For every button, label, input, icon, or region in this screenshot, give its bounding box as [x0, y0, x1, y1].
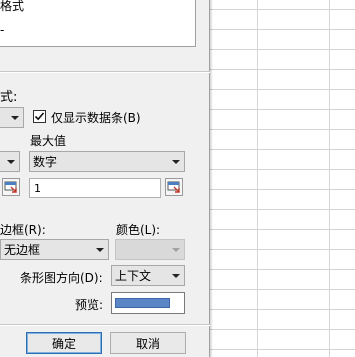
dialog-shadow [210, 0, 213, 357]
chevron-down-icon [168, 240, 184, 259]
direction-label: 条形图方向(D): [20, 271, 103, 285]
edit-formatting-rule-dialog: 格式 - 式: 仅显示数据条(B) 最大值 数字 1 边框(R): 颜色(L):… [0, 0, 210, 357]
min-type-select[interactable] [0, 107, 24, 128]
max-value-input[interactable]: 1 [29, 178, 161, 198]
show-bar-only-label[interactable]: 仅显示数据条(B) [51, 109, 141, 126]
rule-type-list[interactable]: 格式 - [0, 0, 196, 47]
show-bar-only-checkbox[interactable] [33, 110, 46, 123]
border-label: 边框(R): [0, 223, 46, 237]
max-type-select[interactable]: 数字 [29, 151, 185, 172]
cancel-button[interactable]: 取消 [110, 332, 186, 354]
chevron-down-icon [92, 240, 108, 259]
chevron-down-icon [168, 266, 184, 285]
spreadsheet-grid[interactable] [210, 0, 355, 357]
section-divider [0, 71, 210, 73]
chevron-down-icon [7, 108, 23, 127]
chevron-down-icon [168, 152, 184, 171]
max-range-picker-button[interactable] [165, 178, 183, 196]
range-select-icon [4, 181, 17, 193]
rule-type-item[interactable]: - [0, 23, 4, 37]
max-label: 最大值 [30, 134, 67, 148]
preview-box [111, 292, 185, 314]
min-range-picker-button[interactable] [2, 178, 20, 196]
footer-divider [0, 324, 210, 326]
color-label: 颜色(L): [116, 223, 161, 237]
chevron-down-icon [3, 152, 19, 171]
min-type-select-2[interactable] [0, 151, 20, 172]
checkmark-icon [34, 112, 45, 121]
rule-type-item[interactable]: 格式 [0, 0, 24, 14]
preview-data-bar [115, 298, 170, 308]
ok-button[interactable]: 确定 [26, 332, 102, 354]
border-select[interactable]: 无边框 [0, 239, 109, 260]
range-select-icon [167, 181, 180, 193]
preview-label: 预览: [75, 298, 104, 312]
border-color-select[interactable] [115, 239, 185, 260]
bar-direction-select[interactable]: 上下文 [111, 265, 185, 286]
section-heading: 式: [0, 90, 18, 105]
